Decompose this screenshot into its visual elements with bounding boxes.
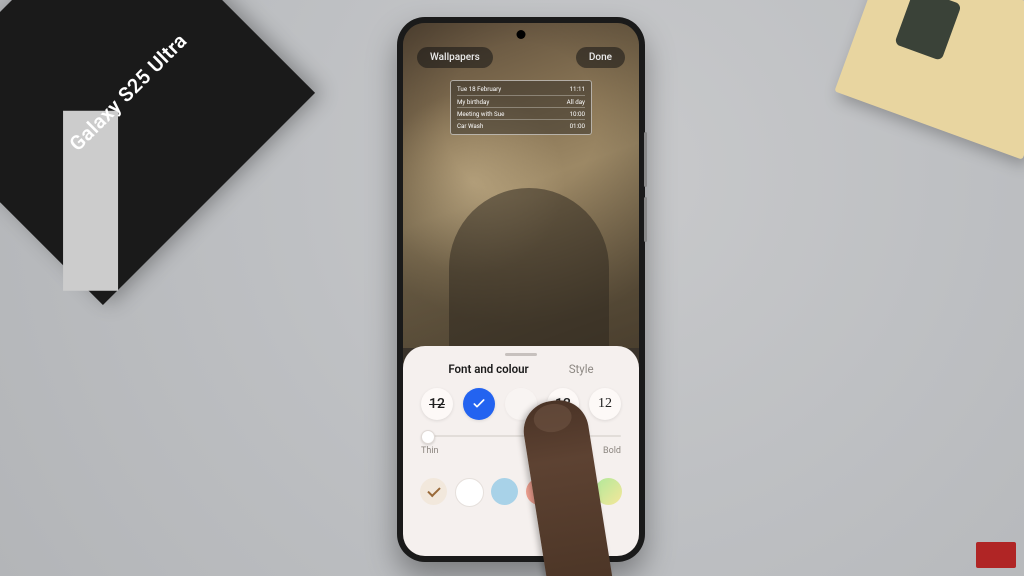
font-option-2-selected[interactable] bbox=[463, 388, 495, 420]
done-button[interactable]: Done bbox=[576, 47, 625, 68]
color-options-row bbox=[403, 466, 639, 507]
weight-label-bold: Bold bbox=[603, 446, 621, 456]
watermark bbox=[976, 542, 1016, 568]
wallpapers-button[interactable]: Wallpapers bbox=[417, 47, 493, 68]
wooden-object bbox=[834, 0, 1024, 160]
phone-screen: Wallpapers Done Tue 18 February 11:11 My… bbox=[403, 23, 639, 556]
weight-label-thin: Thin bbox=[421, 446, 439, 456]
weight-slider[interactable] bbox=[421, 430, 621, 442]
color-swatch-3[interactable] bbox=[491, 478, 518, 505]
volume-button[interactable] bbox=[644, 132, 647, 187]
widget-time: 11:11 bbox=[570, 85, 585, 93]
event-title: My birthday bbox=[457, 98, 489, 106]
event-time: 01:00 bbox=[570, 122, 585, 130]
color-swatch-1-selected[interactable] bbox=[420, 478, 447, 505]
drag-handle[interactable] bbox=[505, 353, 537, 356]
event-time: All day bbox=[567, 98, 585, 106]
font-option-5[interactable]: 12 bbox=[589, 388, 621, 420]
font-options-row: 12 12 12 bbox=[403, 386, 639, 430]
event-title: Car Wash bbox=[457, 122, 483, 130]
scene-background: Galaxy S25 Ultra Wallpapers Done Tue 18 … bbox=[0, 0, 1024, 576]
weight-slider-area: Thin Bold bbox=[403, 430, 639, 466]
font-option-1[interactable]: 12 bbox=[421, 388, 453, 420]
widget-date: Tue 18 February bbox=[457, 85, 501, 93]
slider-thumb[interactable] bbox=[421, 430, 435, 444]
camera-hole bbox=[517, 30, 526, 39]
color-swatch-2[interactable] bbox=[455, 478, 484, 507]
tab-style[interactable]: Style bbox=[569, 362, 594, 376]
check-icon bbox=[471, 396, 487, 412]
tab-font-and-colour[interactable]: Font and colour bbox=[448, 362, 528, 376]
power-button[interactable] bbox=[644, 197, 647, 242]
wallpaper-preview: Wallpapers Done Tue 18 February 11:11 My… bbox=[403, 23, 639, 348]
event-time: 10:00 bbox=[570, 110, 585, 118]
phone-frame: Wallpapers Done Tue 18 February 11:11 My… bbox=[397, 17, 645, 562]
event-title: Meeting with Sue bbox=[457, 110, 504, 118]
calendar-widget-preview[interactable]: Tue 18 February 11:11 My birthday All da… bbox=[450, 80, 592, 135]
